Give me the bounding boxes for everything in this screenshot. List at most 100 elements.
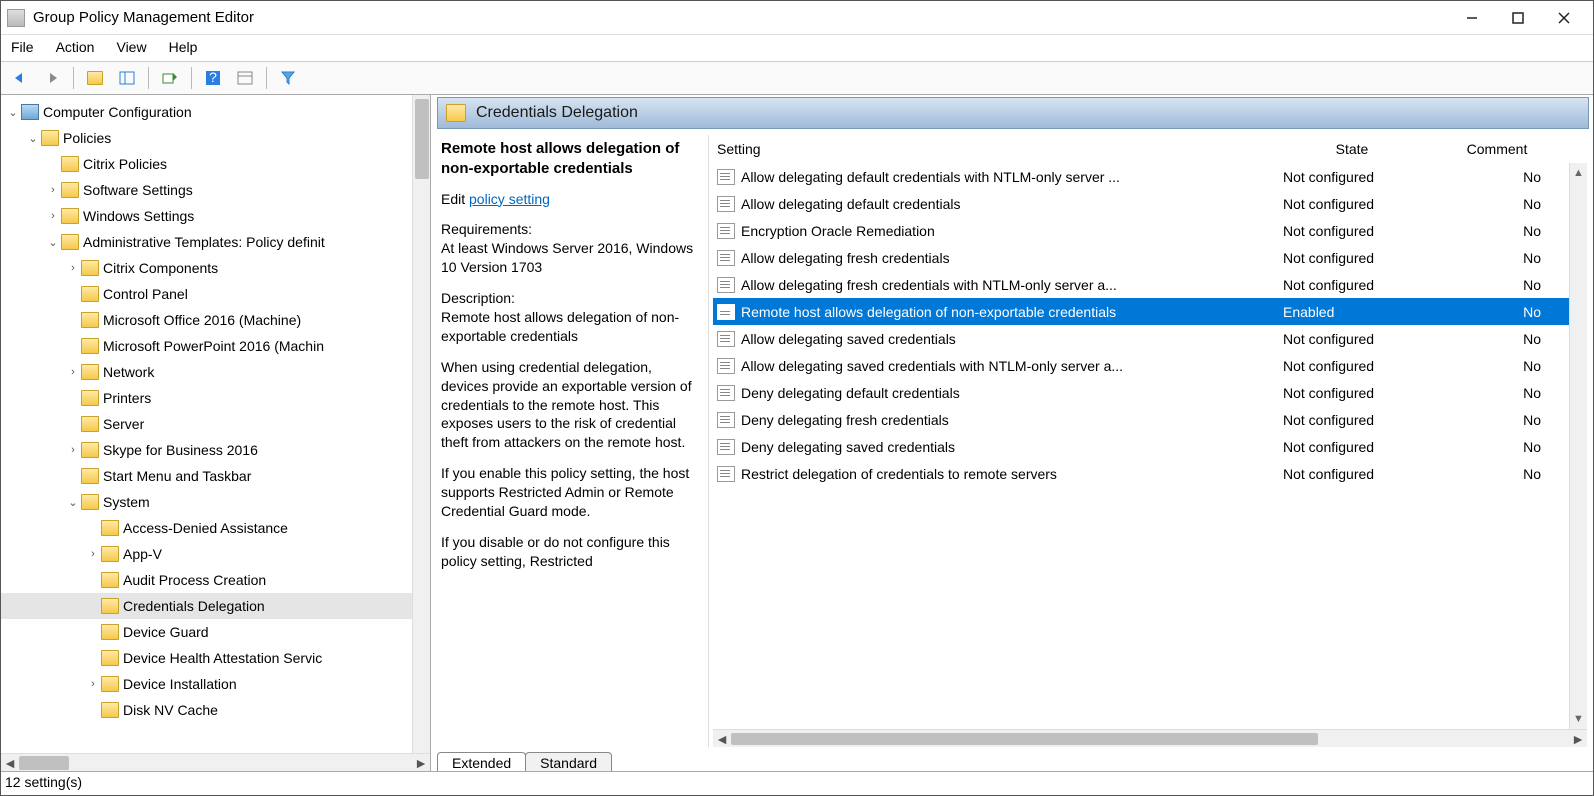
- content-header-title: Credentials Delegation: [476, 104, 638, 122]
- expand-icon[interactable]: ›: [65, 366, 81, 378]
- tree-node[interactable]: Credentials Delegation: [1, 593, 430, 619]
- setting-row[interactable]: Allow delegating fresh credentials with …: [713, 271, 1587, 298]
- forward-button[interactable]: [39, 66, 65, 90]
- tab-standard[interactable]: Standard: [525, 752, 612, 771]
- setting-name: Deny delegating saved credentials: [741, 439, 1277, 455]
- tree-node[interactable]: › Windows Settings: [1, 203, 430, 229]
- folder-icon: [61, 182, 79, 198]
- settings-horizontal-scrollbar[interactable]: ◄►: [713, 729, 1587, 747]
- tree-node[interactable]: Device Guard: [1, 619, 430, 645]
- setting-icon: [717, 304, 735, 320]
- up-button[interactable]: [82, 66, 108, 90]
- tree-node[interactable]: ›Software Settings: [1, 177, 430, 203]
- tree-node[interactable]: Printers: [1, 385, 430, 411]
- setting-row[interactable]: Deny delegating saved credentialsNot con…: [713, 433, 1587, 460]
- setting-name: Restrict delegation of credentials to re…: [741, 466, 1277, 482]
- folder-icon: [101, 598, 119, 614]
- menu-action[interactable]: Action: [56, 39, 95, 55]
- expand-icon[interactable]: ›: [45, 210, 61, 222]
- tree-node-label: Network: [103, 364, 154, 380]
- tree-node[interactable]: Control Panel: [1, 281, 430, 307]
- tree-node-label: Microsoft Office 2016 (Machine): [103, 312, 301, 328]
- tree-node[interactable]: Access-Denied Assistance: [1, 515, 430, 541]
- tree-node[interactable]: Device Health Attestation Servic: [1, 645, 430, 671]
- tree-node-label: System: [103, 494, 150, 510]
- setting-row[interactable]: Deny delegating fresh credentialsNot con…: [713, 406, 1587, 433]
- expand-icon[interactable]: ⌄: [25, 132, 41, 145]
- setting-row[interactable]: Allow delegating fresh credentialsNot co…: [713, 244, 1587, 271]
- setting-row[interactable]: Restrict delegation of credentials to re…: [713, 460, 1587, 487]
- tree-node-label: Windows Settings: [83, 208, 194, 224]
- expand-icon[interactable]: ›: [65, 262, 81, 274]
- setting-row[interactable]: Allow delegating saved credentials with …: [713, 352, 1587, 379]
- scroll-down-icon[interactable]: ▼: [1573, 713, 1584, 725]
- column-setting[interactable]: Setting: [717, 141, 1277, 157]
- tree-node[interactable]: › Citrix Components: [1, 255, 430, 281]
- requirements-label: Requirements:: [441, 221, 532, 237]
- tab-extended[interactable]: Extended: [437, 752, 526, 771]
- column-state[interactable]: State: [1277, 141, 1427, 157]
- menu-file[interactable]: File: [11, 39, 34, 55]
- tree-node[interactable]: Disk NV Cache: [1, 697, 430, 723]
- back-button[interactable]: [7, 66, 33, 90]
- setting-row[interactable]: Remote host allows delegation of non-exp…: [713, 298, 1587, 325]
- expand-icon[interactable]: ⌄: [65, 496, 81, 509]
- tree-node[interactable]: Microsoft PowerPoint 2016 (Machin: [1, 333, 430, 359]
- tree-node[interactable]: ⌄Policies: [1, 125, 430, 151]
- tree-node[interactable]: ›Device Installation: [1, 671, 430, 697]
- tree-node[interactable]: ⌄Computer Configuration: [1, 99, 430, 125]
- expand-icon[interactable]: ⌄: [5, 106, 21, 119]
- expand-icon[interactable]: ⌄: [45, 236, 61, 249]
- expand-icon[interactable]: ›: [85, 678, 101, 690]
- setting-row[interactable]: Allow delegating default credentials wit…: [713, 163, 1587, 190]
- show-hide-tree-button[interactable]: [114, 66, 140, 90]
- edit-policy-link[interactable]: policy setting: [469, 191, 550, 207]
- tree-node-label: Citrix Components: [103, 260, 218, 276]
- setting-comment: No: [1427, 358, 1587, 374]
- setting-row[interactable]: Allow delegating saved credentialsNot co…: [713, 325, 1587, 352]
- expand-icon[interactable]: ›: [45, 184, 61, 196]
- tree-node[interactable]: Audit Process Creation: [1, 567, 430, 593]
- content-header: Credentials Delegation: [437, 97, 1589, 129]
- close-button[interactable]: [1541, 1, 1587, 34]
- tree-vertical-scrollbar[interactable]: [412, 95, 430, 753]
- tree-view[interactable]: ⌄Computer Configuration⌄PoliciesCitrix P…: [1, 95, 430, 753]
- tree-node[interactable]: › App-V: [1, 541, 430, 567]
- tree-node[interactable]: ⌄ System: [1, 489, 430, 515]
- tree-node[interactable]: › Network: [1, 359, 430, 385]
- tree-node[interactable]: Server: [1, 411, 430, 437]
- column-comment[interactable]: Comment: [1427, 141, 1587, 157]
- menu-help[interactable]: Help: [169, 39, 198, 55]
- setting-name: Allow delegating default credentials: [741, 196, 1277, 212]
- expand-icon[interactable]: ›: [65, 444, 81, 456]
- tree-node-label: App-V: [123, 546, 162, 562]
- settings-list: Setting State Comment Allow delegating d…: [713, 135, 1587, 747]
- expand-icon[interactable]: ›: [85, 548, 101, 560]
- selected-setting-title: Remote host allows delegation of non-exp…: [441, 139, 702, 180]
- setting-row[interactable]: Deny delegating default credentialsNot c…: [713, 379, 1587, 406]
- maximize-button[interactable]: [1495, 1, 1541, 34]
- scroll-up-icon[interactable]: ▲: [1573, 167, 1584, 179]
- tree-node[interactable]: Microsoft Office 2016 (Machine): [1, 307, 430, 333]
- settings-vertical-scrollbar[interactable]: ▲ ▼: [1569, 163, 1587, 729]
- tree-node[interactable]: ›Skype for Business 2016: [1, 437, 430, 463]
- folder-icon: [101, 702, 119, 718]
- description-text: If you enable this policy setting, the h…: [441, 464, 702, 521]
- properties-button[interactable]: [232, 66, 258, 90]
- tree-horizontal-scrollbar[interactable]: ◄►: [1, 753, 430, 771]
- setting-comment: No: [1427, 304, 1587, 320]
- setting-icon: [717, 466, 735, 482]
- tree-node[interactable]: Citrix Policies: [1, 151, 430, 177]
- folder-icon: [81, 338, 99, 354]
- setting-row[interactable]: Allow delegating default credentialsNot …: [713, 190, 1587, 217]
- filter-button[interactable]: [275, 66, 301, 90]
- help-button[interactable]: ?: [200, 66, 226, 90]
- setting-comment: No: [1427, 466, 1587, 482]
- tree-node[interactable]: ⌄Administrative Templates: Policy defini…: [1, 229, 430, 255]
- minimize-button[interactable]: [1449, 1, 1495, 34]
- export-button[interactable]: [157, 66, 183, 90]
- tree-node-label: Server: [103, 416, 144, 432]
- menu-view[interactable]: View: [116, 39, 146, 55]
- tree-node[interactable]: Start Menu and Taskbar: [1, 463, 430, 489]
- setting-row[interactable]: Encryption Oracle RemediationNot configu…: [713, 217, 1587, 244]
